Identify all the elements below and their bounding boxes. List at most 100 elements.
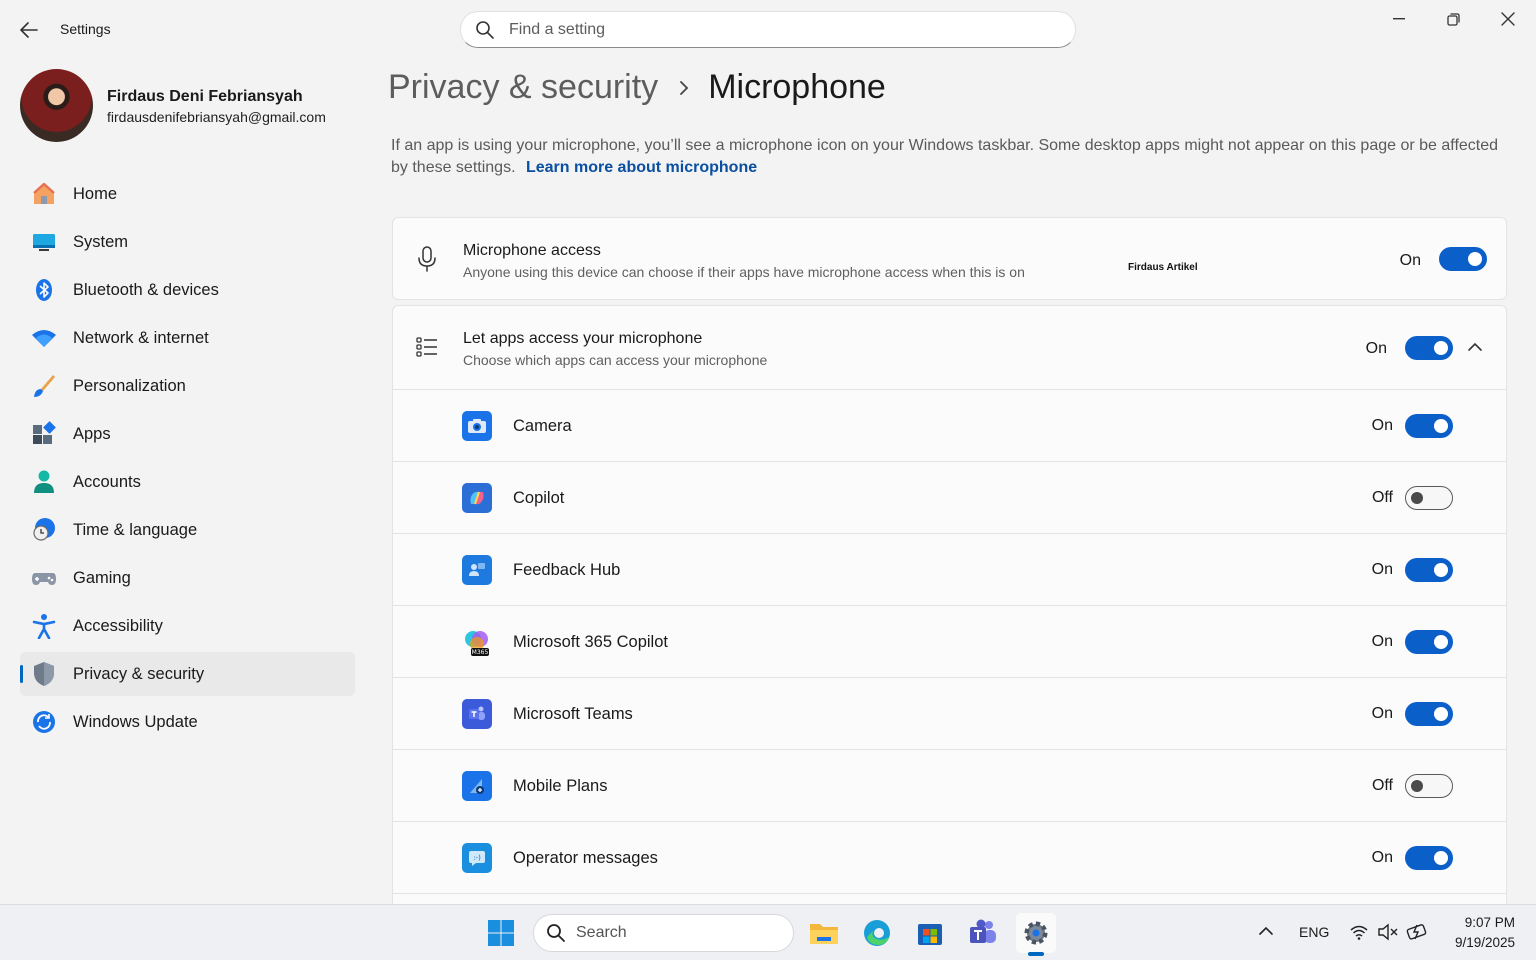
sidebar-item-time-language[interactable]: Time & language bbox=[20, 508, 355, 552]
system-icon bbox=[31, 229, 57, 255]
copilot-mic-toggle[interactable] bbox=[1405, 486, 1453, 510]
restore-button[interactable] bbox=[1430, 4, 1476, 34]
update-icon bbox=[31, 709, 57, 735]
app-name: Copilot bbox=[513, 489, 565, 507]
page-description: If an app is using your microphone, you’… bbox=[391, 135, 1501, 179]
windows-logo-icon bbox=[488, 920, 514, 946]
sidebar-item-label: Network & internet bbox=[73, 328, 209, 347]
gamepad-icon bbox=[31, 565, 57, 591]
store-button[interactable] bbox=[910, 913, 950, 953]
sidebar-item-accessibility[interactable]: Accessibility bbox=[20, 604, 355, 648]
app-row-camera: Camera On bbox=[393, 389, 1506, 461]
sidebar-item-home[interactable]: Home bbox=[20, 172, 355, 216]
gear-icon bbox=[1024, 921, 1048, 945]
sidebar-item-apps[interactable]: Apps bbox=[20, 412, 355, 456]
chevron-up-icon bbox=[1468, 342, 1482, 351]
search-input[interactable] bbox=[509, 20, 1029, 39]
close-button[interactable] bbox=[1485, 4, 1531, 34]
collapse-button[interactable] bbox=[1467, 339, 1487, 355]
sidebar-item-privacy-security[interactable]: Privacy & security bbox=[20, 652, 355, 696]
sidebar-item-personalization[interactable]: Personalization bbox=[20, 364, 355, 408]
sidebar-item-bluetooth-devices[interactable]: Bluetooth & devices bbox=[20, 268, 355, 312]
mobile-plans-icon bbox=[462, 771, 492, 801]
let-apps-subtitle: Choose which apps can access your microp… bbox=[463, 352, 768, 368]
app-row-microsoft-teams: Microsoft Teams On bbox=[393, 677, 1506, 749]
wifi-icon bbox=[31, 325, 57, 351]
back-button[interactable] bbox=[14, 16, 44, 44]
app-state: On bbox=[1371, 849, 1393, 866]
settings-search-box[interactable] bbox=[460, 11, 1076, 48]
feedback-hub-mic-toggle[interactable] bbox=[1405, 558, 1453, 582]
sidebar-item-label: Accessibility bbox=[73, 616, 163, 635]
camera-mic-toggle[interactable] bbox=[1405, 414, 1453, 438]
taskbar-search[interactable]: Search bbox=[533, 914, 794, 952]
app-access-card: Let apps access your microphone Choose w… bbox=[392, 305, 1507, 925]
let-apps-toggle[interactable] bbox=[1405, 336, 1453, 360]
user-profile[interactable]: Firdaus Deni Febriansyah firdausdenifebr… bbox=[20, 69, 360, 143]
sidebar-item-windows-update[interactable]: Windows Update bbox=[20, 700, 355, 744]
app-name: Camera bbox=[513, 417, 572, 435]
sidebar-item-accounts[interactable]: Accounts bbox=[20, 460, 355, 504]
avatar bbox=[20, 69, 93, 142]
breadcrumb-parent-link[interactable]: Privacy & security bbox=[388, 68, 658, 107]
teams-icon bbox=[462, 699, 492, 729]
app-name: Microsoft Teams bbox=[513, 705, 633, 723]
teams-mic-toggle[interactable] bbox=[1405, 702, 1453, 726]
sidebar-item-label: System bbox=[73, 232, 129, 251]
language-indicator[interactable]: ENG bbox=[1299, 924, 1329, 940]
app-row-operator-messages: :-) Operator messages On bbox=[393, 821, 1506, 893]
clock[interactable]: 9:07 PM 9/19/2025 bbox=[1440, 913, 1515, 953]
wifi-tray-icon[interactable] bbox=[1349, 923, 1369, 946]
apps-icon bbox=[31, 421, 57, 447]
teams-taskbar-button[interactable] bbox=[963, 913, 1003, 953]
minimize-icon bbox=[1393, 18, 1405, 20]
m365-copilot-mic-toggle[interactable] bbox=[1405, 630, 1453, 654]
copilot-icon bbox=[462, 483, 492, 513]
sidebar-item-label: Privacy & security bbox=[73, 664, 205, 683]
feedback-hub-icon bbox=[462, 555, 492, 585]
file-explorer-button[interactable] bbox=[804, 913, 844, 953]
taskbar: Search ENG 9:07 PM 9/19/2025 bbox=[0, 904, 1536, 960]
battery-charging-icon[interactable] bbox=[1406, 922, 1430, 947]
svg-text::-): :-) bbox=[473, 854, 481, 862]
list-icon bbox=[413, 333, 441, 361]
store-icon bbox=[918, 924, 942, 945]
chevron-up-icon bbox=[1259, 926, 1273, 935]
volume-muted-icon[interactable] bbox=[1377, 923, 1399, 946]
edge-icon bbox=[864, 920, 890, 946]
app-state: On bbox=[1371, 633, 1393, 650]
sidebar-item-gaming[interactable]: Gaming bbox=[20, 556, 355, 600]
settings-taskbar-button[interactable] bbox=[1016, 913, 1056, 956]
sidebar-item-network-internet[interactable]: Network & internet bbox=[20, 316, 355, 360]
search-icon bbox=[547, 924, 565, 942]
start-button[interactable] bbox=[481, 913, 521, 953]
sidebar-item-label: Time & language bbox=[73, 520, 198, 539]
operator-messages-mic-toggle[interactable] bbox=[1405, 846, 1453, 870]
sidebar-item-label: Accounts bbox=[73, 472, 141, 491]
brush-icon bbox=[31, 373, 57, 399]
sidebar-item-label: Home bbox=[73, 184, 118, 203]
profile-name: Firdaus Deni Febriansyah bbox=[107, 88, 303, 105]
accessibility-icon bbox=[31, 613, 57, 639]
chevron-right-icon bbox=[680, 80, 689, 95]
page-title: Microphone bbox=[708, 68, 886, 106]
mobile-plans-mic-toggle[interactable] bbox=[1405, 774, 1453, 798]
sidebar-item-system[interactable]: System bbox=[20, 220, 355, 264]
learn-more-link[interactable]: Learn more about microphone bbox=[526, 159, 757, 176]
microphone-access-toggle[interactable] bbox=[1439, 247, 1487, 271]
app-state: On bbox=[1371, 417, 1393, 434]
minimize-button[interactable] bbox=[1376, 4, 1422, 34]
clock-globe-icon bbox=[31, 517, 57, 543]
sidebar-nav: Home System Bluetooth & devices Network … bbox=[20, 172, 355, 748]
app-state: On bbox=[1371, 705, 1393, 722]
bluetooth-icon bbox=[31, 277, 57, 303]
app-title: Settings bbox=[60, 21, 111, 37]
edge-button[interactable] bbox=[857, 913, 897, 953]
profile-email: firdausdenifebriansyah@gmail.com bbox=[107, 109, 326, 125]
app-row-m365-copilot: M365 Microsoft 365 Copilot On bbox=[393, 605, 1506, 677]
title-bar: Settings bbox=[0, 0, 1536, 60]
app-row-copilot: Copilot Off bbox=[393, 461, 1506, 533]
restore-icon bbox=[1446, 12, 1460, 26]
taskbar-search-label: Search bbox=[576, 924, 627, 941]
tray-overflow-button[interactable] bbox=[1258, 923, 1278, 943]
